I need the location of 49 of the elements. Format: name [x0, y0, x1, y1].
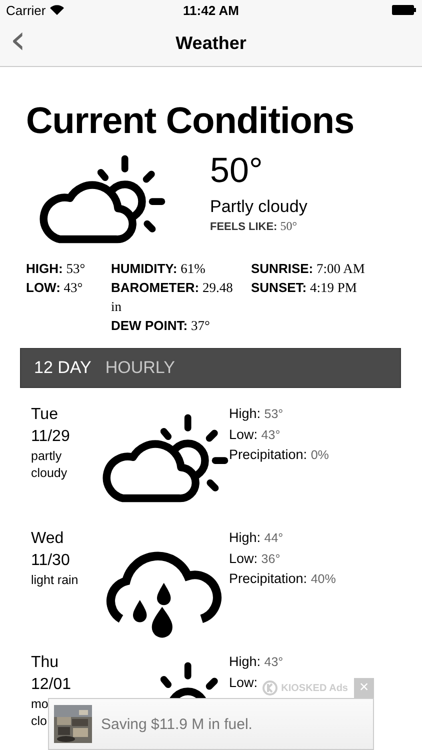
forecast-tab[interactable]: HOURLY — [98, 349, 182, 387]
stat-label: Precipitation: — [229, 447, 308, 462]
stat-value: 53° — [264, 407, 284, 421]
stat-value: 36° — [261, 552, 280, 566]
stat-value: 40% — [310, 572, 336, 586]
ad-text: Saving $11.9 M in fuel. — [101, 716, 252, 732]
ad-banner[interactable]: Saving $11.9 M in fuel. — [48, 698, 374, 750]
date-text: 11/30 — [31, 551, 71, 571]
day-name: Thu — [31, 653, 60, 673]
stat-label: Low: — [229, 426, 258, 442]
screen-title: Weather — [176, 32, 246, 52]
detail-text: DEW POINT: 37° — [111, 317, 211, 335]
temperature: 50° — [210, 151, 264, 191]
stat-label: High: — [229, 406, 261, 421]
detail-text: SUNSET: 4:19 PM — [251, 279, 358, 297]
back-button[interactable]: ‹ — [2, 20, 34, 60]
detail-text: HIGH: 53° — [26, 260, 86, 278]
detail-text: SUNRISE: 7:00 AM — [251, 260, 366, 278]
condition-text: partly — [31, 448, 63, 465]
wifi-icon — [50, 5, 64, 15]
logo-icon — [262, 680, 278, 696]
section-heading: Current Conditions — [26, 99, 356, 143]
condition-text: Partly cloudy — [210, 197, 308, 217]
detail-text: LOW: 43° — [26, 279, 84, 297]
stat-label: High: — [229, 654, 261, 669]
day-name: Wed — [31, 529, 65, 549]
stat-label: Precipitation: — [229, 571, 308, 586]
condition-text: cloudy — [31, 465, 68, 482]
condition-text: light rain — [31, 572, 80, 589]
day-name: Tue — [31, 405, 59, 425]
carrier-label: Carrier — [6, 2, 46, 18]
date-text: 12/01 — [31, 675, 72, 695]
stat-value: 44° — [264, 531, 284, 545]
stat-value: 0% — [310, 448, 329, 462]
stat-value: 43° — [261, 428, 280, 442]
condition-text: clo — [31, 713, 48, 728]
clock-time: 11:42 AM — [183, 2, 239, 18]
stat-label: Low: — [229, 674, 258, 690]
forecast-tab[interactable]: 12 DAY — [27, 349, 98, 387]
battery-icon — [392, 5, 416, 15]
date-text: 11/29 — [31, 427, 71, 447]
stat-value: 43° — [264, 655, 284, 669]
detail-text: BAROMETER: 29.48 in — [111, 279, 234, 316]
condition-text: mo — [31, 696, 50, 713]
stat-label: High: — [229, 530, 261, 545]
detail-text: HUMIDITY: 61% — [111, 260, 206, 278]
stat-label: Low: — [229, 550, 258, 566]
feels-like-label: FEELS LIKE: — [210, 221, 278, 233]
feels-like-value: 50° — [280, 219, 298, 233]
